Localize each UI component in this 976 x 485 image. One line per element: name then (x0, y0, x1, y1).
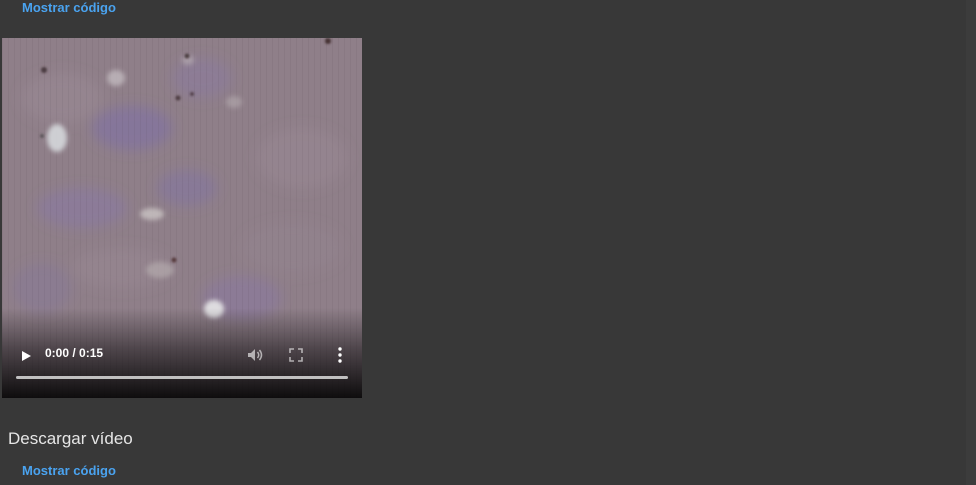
time-display: 0:00 / 0:15 (45, 346, 104, 360)
notebook-output-area: Mostrar código 0:00 / 0:15 Descargar víd… (0, 0, 976, 485)
play-icon (22, 351, 31, 361)
fullscreen-button[interactable] (289, 348, 303, 362)
video-player[interactable]: 0:00 / 0:15 (2, 38, 362, 398)
scroll-edge (966, 0, 976, 485)
show-code-link[interactable]: Mostrar código (22, 0, 116, 16)
fullscreen-icon (289, 348, 303, 362)
mute-button[interactable] (246, 346, 264, 364)
show-code-link-bottom[interactable]: Mostrar código (22, 463, 116, 479)
download-video-label[interactable]: Descargar vídeo (8, 429, 133, 449)
play-button[interactable] (20, 349, 32, 361)
more-options-button[interactable] (334, 346, 346, 364)
volume-icon (248, 349, 263, 361)
more-options-icon (338, 347, 342, 363)
progress-bar[interactable] (16, 376, 348, 379)
